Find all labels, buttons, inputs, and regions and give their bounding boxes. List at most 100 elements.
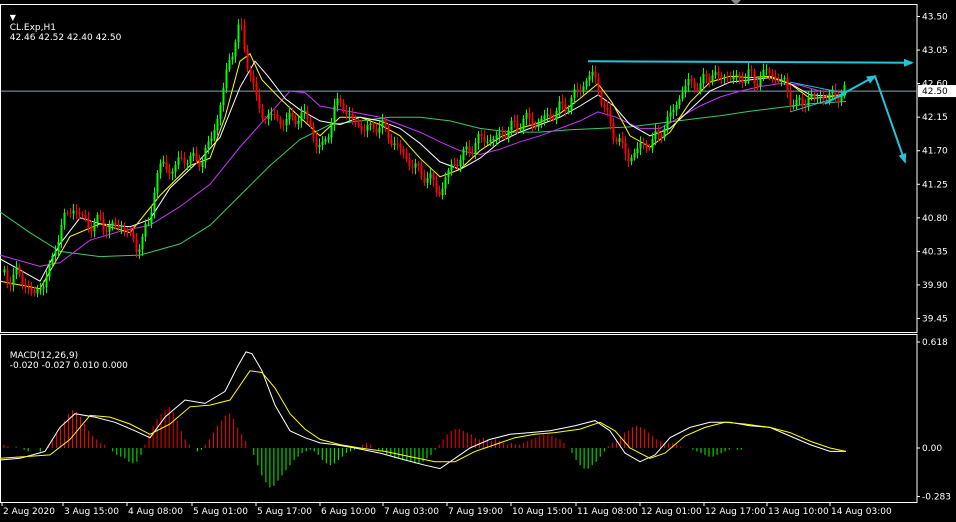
candle-body <box>714 71 717 76</box>
ma-mid-line <box>0 60 847 282</box>
candle-body <box>12 274 15 286</box>
candle-body <box>21 274 24 285</box>
time-tick-label: 12 Aug 01:00 <box>641 507 702 517</box>
candle-body <box>561 101 564 104</box>
candle-body <box>345 110 348 115</box>
candle-body <box>267 114 270 120</box>
candle-body <box>90 226 93 232</box>
candle-body <box>327 137 330 140</box>
candle-body <box>330 124 333 138</box>
candle-body <box>615 139 618 142</box>
candle-body <box>315 137 318 148</box>
candle-body <box>201 161 204 167</box>
candle-body <box>675 104 678 110</box>
candle-body <box>741 77 744 83</box>
candle-body <box>678 98 681 105</box>
candle-body <box>93 222 96 232</box>
candle-body <box>237 24 240 43</box>
candle-body <box>15 266 18 275</box>
ma-long-line <box>0 101 847 258</box>
candle-body <box>666 116 669 129</box>
candle-body <box>9 282 12 286</box>
candle-body <box>204 148 207 162</box>
candle-body <box>510 120 513 131</box>
candle-body <box>630 157 633 162</box>
candle-body <box>396 143 399 145</box>
candle-body <box>786 77 789 92</box>
time-tick-label: 14 Aug 03:00 <box>831 507 892 517</box>
candle-body <box>423 176 426 183</box>
candle-body <box>438 192 441 195</box>
price-tick-label: 39.45 <box>922 315 948 325</box>
candle-body <box>324 139 327 142</box>
candle-body <box>414 163 417 168</box>
candle-body <box>114 222 117 226</box>
macd-tick-label: 0.00 <box>922 444 942 454</box>
candle-body <box>705 73 708 77</box>
price-tick-label: 39.90 <box>922 281 948 291</box>
candle-body <box>402 148 405 154</box>
candle-body <box>273 114 276 116</box>
candle-body <box>468 146 471 153</box>
price-tick-label: 43.05 <box>922 46 948 56</box>
candle-body <box>69 213 72 215</box>
candle-body <box>453 164 456 166</box>
time-tick-label: 10 Aug 15:00 <box>512 507 573 517</box>
candle-body <box>639 142 642 149</box>
candle-body <box>261 108 264 119</box>
candle-body <box>534 126 537 128</box>
candle-body <box>240 24 243 26</box>
candle-body <box>558 101 561 111</box>
candle-body <box>456 165 459 167</box>
candle-body <box>789 91 792 107</box>
time-tick-label: 4 Aug 08:00 <box>128 507 183 517</box>
candle-body <box>582 86 585 92</box>
candle-body <box>504 135 507 138</box>
candle-body <box>699 83 702 91</box>
price-tick-label: 43.50 <box>922 13 948 23</box>
candle-body <box>225 69 228 89</box>
candle-body <box>768 69 771 74</box>
candle-body <box>285 118 288 126</box>
candle-body <box>144 223 147 237</box>
candle-body <box>777 79 780 82</box>
price-tick-label: 41.25 <box>922 180 948 190</box>
price-tick-label: 42.15 <box>922 113 948 123</box>
candle-body <box>303 110 306 113</box>
candle-body <box>513 120 516 122</box>
candle-body <box>774 76 777 80</box>
candle-body <box>573 89 576 98</box>
candle-body <box>618 138 621 142</box>
macd-panel-border <box>0 334 918 503</box>
macd-label: MACD(12,26,9) <box>9 351 79 361</box>
candle-body <box>525 112 528 119</box>
candle-body <box>744 80 747 83</box>
time-tick-label: 5 Aug 01:00 <box>193 507 248 517</box>
candle-body <box>564 103 567 112</box>
candle-body <box>624 142 627 154</box>
ma-fast-line <box>0 53 847 290</box>
candle-body <box>810 94 813 99</box>
candle-body <box>594 71 597 78</box>
candle-body <box>687 78 690 86</box>
candle-body <box>579 90 582 92</box>
candle-body <box>168 169 171 174</box>
time-tick-label: 7 Aug 03:00 <box>384 507 439 517</box>
candle-body <box>621 138 624 143</box>
candle-body <box>447 170 450 178</box>
price-tick-label: 41.70 <box>922 147 948 157</box>
candle-body <box>123 227 126 230</box>
candle-body <box>528 112 531 119</box>
candle-body <box>351 113 354 119</box>
candle-body <box>588 75 591 81</box>
candle-body <box>732 76 735 80</box>
candle-body <box>549 114 552 118</box>
candle-body <box>723 76 726 78</box>
time-tick-label: 12 Aug 17:00 <box>705 507 766 517</box>
candle-body <box>312 125 315 138</box>
candle-body <box>288 112 291 119</box>
macd-values: -0.020 -0.027 0.010 0.000 <box>9 361 128 371</box>
candle-body <box>657 130 660 135</box>
collapse-triangle-icon[interactable]: ▼ <box>10 13 16 22</box>
candle-body <box>474 143 477 155</box>
